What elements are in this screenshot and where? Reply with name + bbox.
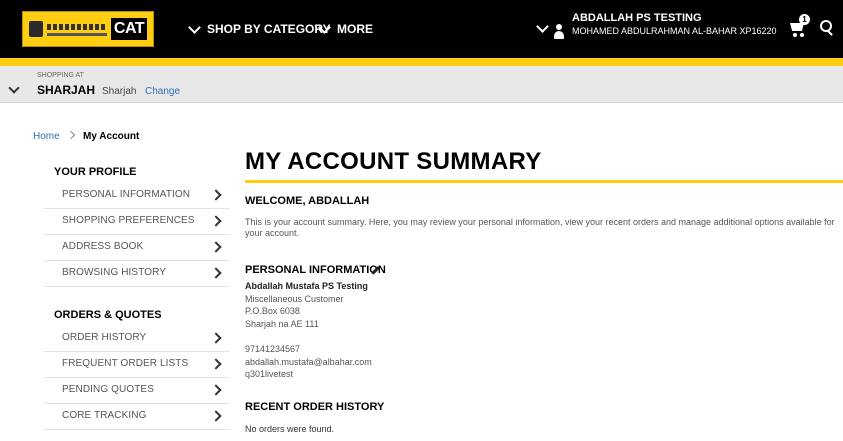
chevron-down-icon [536, 20, 549, 33]
shopping-at-label: SHOPPING AT [37, 72, 84, 79]
cat-logo: CAT [111, 18, 147, 40]
sidebar-item-address-book[interactable]: ADDRESS BOOK [44, 235, 230, 261]
customer-email: abdallah.mustafa@albahar.com [245, 357, 372, 367]
account-company-name: MOHAMED ABDULRAHMAN AL-BAHAR XP16220 [572, 26, 777, 36]
sidebar-item-shopping-preferences[interactable]: SHOPPING PREFERENCES [44, 209, 230, 235]
logo-arabic-subtext [47, 33, 107, 36]
shopping-city: Sharjah [102, 86, 137, 97]
search-icon[interactable] [820, 20, 834, 36]
sidebar-item-browsing-history[interactable]: BROWSING HISTORY [44, 261, 230, 287]
top-navbar: CAT SHOP BY CATEGORY MORE ABDALLAH PS TE… [0, 0, 843, 58]
cart-count-badge: 1 [799, 14, 810, 25]
chevron-right-icon [66, 130, 76, 140]
chevron-right-icon [210, 358, 222, 370]
chevron-right-icon [210, 410, 222, 422]
page-title: MY ACCOUNT SUMMARY [245, 148, 542, 175]
chevron-right-icon [210, 267, 222, 279]
customer-phone: 97141234567 [245, 344, 301, 354]
brand-band [0, 58, 843, 66]
sidebar-item-label: PERSONAL INFORMATION [62, 189, 191, 200]
sidebar-item-label: ORDER HISTORY [62, 332, 147, 343]
chevron-right-icon [210, 241, 222, 253]
personal-information-heading: PERSONAL INFORMATION [245, 264, 386, 276]
chevron-right-icon [210, 189, 222, 201]
nav-more[interactable]: MORE [318, 20, 373, 36]
sidebar-item-frequent-order-lists[interactable]: FREQUENT ORDER LISTS [44, 352, 230, 378]
recent-order-history-heading: RECENT ORDER HISTORY [245, 401, 385, 413]
sidebar-item-order-history[interactable]: ORDER HISTORY [44, 326, 230, 352]
shopping-at-bar: SHOPPING AT SHARJAH Sharjah Change [0, 66, 843, 103]
sidebar-item-label: FREQUENT ORDER LISTS [62, 358, 189, 369]
chevron-down-icon [318, 20, 331, 34]
sidebar-item-label: CORE TRACKING [62, 410, 147, 421]
customer-type: Miscellaneous Customer [245, 294, 344, 304]
shopping-location: SHARJAH [37, 83, 96, 97]
nav-shop-by-category[interactable]: SHOP BY CATEGORY [188, 20, 331, 36]
chevron-right-icon [210, 332, 222, 344]
welcome-heading: WELCOME, ABDALLAH [245, 195, 370, 207]
logo-emblem-icon [29, 21, 43, 37]
chevron-right-icon [210, 215, 222, 227]
sidebar-item-label: BROWSING HISTORY [62, 267, 167, 278]
nav-shop-by-category-label: SHOP BY CATEGORY [207, 22, 331, 36]
sidebar-item-pending-quotes[interactable]: PENDING QUOTES [44, 378, 230, 404]
edit-pencil-icon[interactable] [370, 266, 380, 276]
customer-po-box: P.O.Box 6038 [245, 306, 300, 316]
logo-arabic-text [47, 24, 107, 30]
orders-quotes-heading: ORDERS & QUOTES [54, 309, 162, 321]
summary-intro-text: This is your account summary. Here, you … [245, 217, 835, 238]
sidebar-item-personal-information[interactable]: PERSONAL INFORMATION [44, 183, 230, 209]
nav-more-label: MORE [337, 22, 373, 36]
sidebar-item-label: PENDING QUOTES [62, 384, 154, 395]
sidebar-item-label: SHOPPING PREFERENCES [62, 215, 195, 226]
change-location-link[interactable]: Change [145, 86, 180, 97]
chevron-down-icon [188, 20, 201, 34]
account-user-name: ABDALLAH PS TESTING [572, 12, 702, 24]
no-orders-message: No orders were found. [245, 424, 335, 434]
customer-name: Abdallah Mustafa PS Testing [245, 281, 368, 291]
customer-city: Sharjah na AE 111 [245, 319, 319, 329]
sidebar-item-core-tracking[interactable]: CORE TRACKING [44, 404, 230, 430]
sidebar-item-label: ADDRESS BOOK [62, 241, 144, 252]
chevron-down-icon[interactable] [8, 82, 20, 94]
your-profile-heading: YOUR PROFILE [54, 166, 137, 178]
user-icon [554, 24, 564, 40]
customer-user-id: q301livetest [245, 369, 294, 379]
title-divider [245, 180, 843, 183]
company-logo[interactable]: CAT [22, 11, 154, 47]
chevron-right-icon [210, 384, 222, 396]
breadcrumb-home-link[interactable]: Home [33, 131, 60, 142]
breadcrumb-current: My Account [83, 131, 140, 142]
